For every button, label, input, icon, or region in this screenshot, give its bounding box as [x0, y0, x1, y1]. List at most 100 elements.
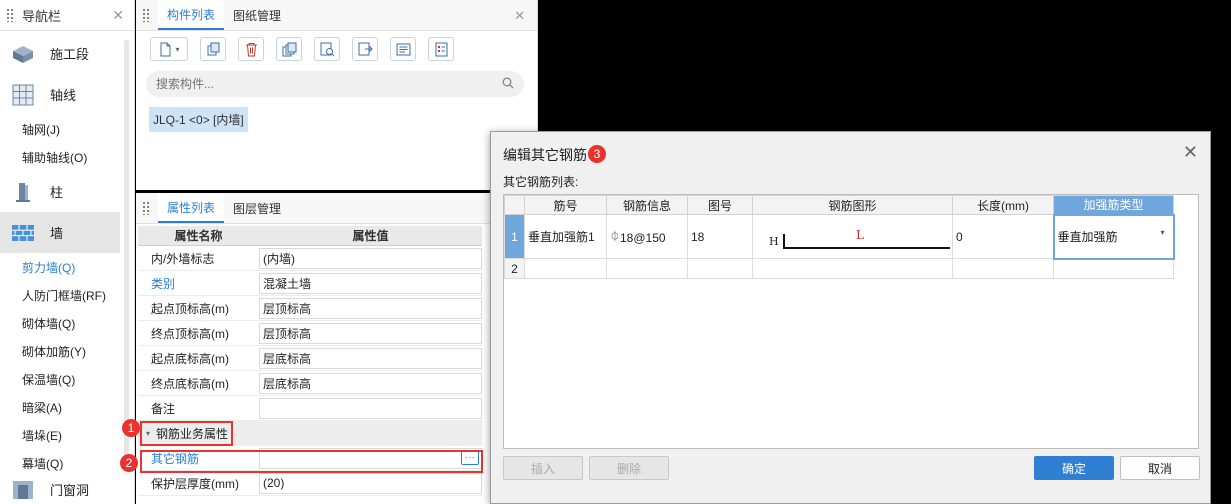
property-row[interactable]: 内/外墙标志 (内墙) — [138, 246, 482, 271]
search-icon[interactable] — [502, 77, 514, 92]
delete-button[interactable] — [238, 37, 264, 61]
close-icon[interactable]: ✕ — [514, 8, 525, 24]
new-component-button[interactable]: ▾ — [150, 37, 188, 61]
delete-button[interactable]: 删除 — [589, 456, 669, 480]
nav-item-shear-wall[interactable]: 剪力墙(Q) — [0, 253, 134, 281]
copy-icon — [207, 42, 219, 55]
row-number[interactable]: 1 — [504, 214, 525, 259]
tab-property-list[interactable]: 属性列表 — [158, 193, 225, 223]
nav-item-hidden-beam[interactable]: 暗梁(A) — [0, 393, 134, 421]
column-header: 筋号 — [524, 195, 607, 215]
nav-category-segment[interactable]: 施工段 — [0, 33, 120, 74]
property-value[interactable]: 层底标高 — [259, 372, 482, 394]
property-value[interactable]: (20) — [259, 472, 482, 494]
list-icon — [396, 43, 410, 55]
nav-category-label: 轴线 — [50, 88, 77, 103]
nav-category-column[interactable]: 柱 — [0, 171, 120, 212]
property-value[interactable]: 层顶标高 — [259, 322, 482, 344]
column-icon — [10, 180, 36, 204]
property-row[interactable]: 终点底标高(m) 层底标高 — [138, 371, 482, 396]
rebar-name-cell[interactable]: 垂直加强筋1 — [524, 214, 607, 259]
property-name: 起点底标高(m) — [151, 351, 229, 366]
nav-item-masonry-rebar[interactable]: 砌体加筋(Y) — [0, 337, 134, 365]
report-button[interactable] — [428, 37, 454, 61]
find-replace-button[interactable] — [314, 37, 340, 61]
rebar-list-label: 其它钢筋列表: — [503, 175, 579, 189]
nav-category-label: 施工段 — [50, 47, 90, 62]
tab-layer-management[interactable]: 图层管理 — [224, 193, 291, 223]
ok-button[interactable]: 确定 — [1034, 456, 1114, 480]
trash-icon — [245, 42, 257, 56]
property-value[interactable]: 层底标高 — [259, 347, 482, 369]
tab-component-list[interactable]: 构件列表 — [158, 0, 225, 30]
nav-category-label: 墙 — [50, 226, 64, 241]
nav-item-curtain-wall[interactable]: 幕墙(Q) — [0, 449, 134, 477]
drag-handle-icon[interactable] — [142, 8, 150, 22]
insert-button[interactable]: 插入 — [503, 456, 583, 480]
nav-category-axis[interactable]: 轴线 — [0, 74, 120, 115]
rebar-name-cell[interactable] — [524, 258, 607, 279]
rebar-type-select[interactable]: 垂直加强筋 ▾ — [1052, 213, 1175, 260]
search-input[interactable] — [156, 77, 502, 91]
table-row[interactable]: 2 — [504, 258, 1174, 279]
nav-item-axis-grid[interactable]: 轴网(J) — [0, 115, 134, 143]
row-number[interactable]: 2 — [504, 258, 525, 279]
properties-button[interactable] — [390, 37, 416, 61]
layer-copy-button[interactable] — [276, 37, 302, 61]
rebar-grid: 筋号 钢筋信息 图号 钢筋图形 长度(mm) 加强筋类型 1 垂直加强筋1 ⏀1… — [503, 194, 1199, 449]
nav-category-wall[interactable]: 墙 — [0, 212, 120, 253]
table-row[interactable]: 1 垂直加强筋1 ⏀18@150 18 H L 0 垂直加强筋 ▾ — [504, 213, 1175, 260]
property-row[interactable]: 终点顶标高(m) 层顶标高 — [138, 321, 482, 346]
rebar-shape-cell[interactable]: H L — [752, 214, 953, 259]
annotation-box-other-rebar — [140, 450, 483, 473]
property-row[interactable]: 备注 — [138, 396, 482, 421]
property-value[interactable]: (内墙) — [259, 247, 482, 269]
property-value[interactable] — [259, 397, 482, 419]
property-row[interactable]: 保护层厚度(mm) (20) — [138, 471, 482, 496]
rebar-shape-cell[interactable] — [752, 258, 953, 279]
tab-drawing-management[interactable]: 图纸管理 — [224, 0, 291, 30]
drag-handle-icon[interactable] — [6, 8, 14, 22]
property-row[interactable]: 起点底标高(m) 层底标高 — [138, 346, 482, 371]
navigation-panel: 导航栏 ✕ 施工段 轴线 轴网(J) 辅助轴线(O) 柱 墙 剪力墙(Q) 人防… — [0, 0, 135, 504]
rebar-type-value: 垂直加强筋 — [1057, 230, 1118, 244]
nav-item-masonry-wall[interactable]: 砌体墙(Q) — [0, 309, 134, 337]
length-cell[interactable]: 0 — [952, 214, 1054, 259]
annotation-badge: 1 — [122, 419, 140, 437]
figure-number-cell[interactable] — [687, 258, 753, 279]
component-search[interactable] — [146, 71, 524, 97]
property-row[interactable]: 类别 混凝土墙 — [138, 271, 482, 296]
rebar-type-cell[interactable] — [1053, 258, 1174, 279]
nav-scrollbar[interactable] — [124, 40, 129, 460]
figure-number-cell[interactable]: 18 — [687, 214, 753, 259]
rebar-info-cell[interactable] — [606, 258, 688, 279]
property-name: 起点顶标高(m) — [151, 301, 229, 316]
property-name: 保护层厚度(mm) — [151, 476, 239, 491]
door-window-icon — [10, 477, 36, 501]
nav-item-wall-pier[interactable]: 墙垛(E) — [0, 421, 134, 449]
nav-item-aux-axis[interactable]: 辅助轴线(O) — [0, 143, 134, 171]
nav-category-label: 柱 — [50, 185, 64, 200]
nav-category-opening[interactable]: 门窗洞 — [0, 477, 120, 501]
rebar-table: 筋号 钢筋信息 图号 钢筋图形 长度(mm) 加强筋类型 1 垂直加强筋1 ⏀1… — [504, 195, 1175, 279]
shape-label-l: L — [856, 227, 864, 242]
property-row[interactable]: 起点顶标高(m) 层顶标高 — [138, 296, 482, 321]
component-list-item[interactable]: JLQ-1 <0> [内墙] — [149, 107, 248, 132]
close-icon[interactable]: ✕ — [1183, 142, 1198, 163]
drag-handle-icon[interactable] — [142, 201, 150, 215]
import-button[interactable] — [352, 37, 378, 61]
chevron-down-icon[interactable]: ▾ — [1160, 228, 1164, 237]
cancel-button[interactable]: 取消 — [1120, 456, 1200, 480]
property-value[interactable]: 层顶标高 — [259, 297, 482, 319]
report-icon — [435, 42, 447, 56]
rebar-info-cell[interactable]: ⏀18@150 — [606, 214, 688, 259]
column-header-name: 属性名称 — [174, 229, 223, 243]
close-icon[interactable]: ✕ — [112, 7, 124, 24]
nav-item-insulation-wall[interactable]: 保温墙(Q) — [0, 365, 134, 393]
nav-item-civil-defense-wall[interactable]: 人防门框墙(RF) — [0, 281, 134, 309]
row-number-header — [504, 195, 525, 215]
property-value[interactable]: 混凝土墙 — [259, 272, 482, 294]
copy-button[interactable] — [200, 37, 226, 61]
property-name: 内/外墙标志 — [151, 251, 215, 266]
length-cell[interactable] — [952, 258, 1054, 279]
